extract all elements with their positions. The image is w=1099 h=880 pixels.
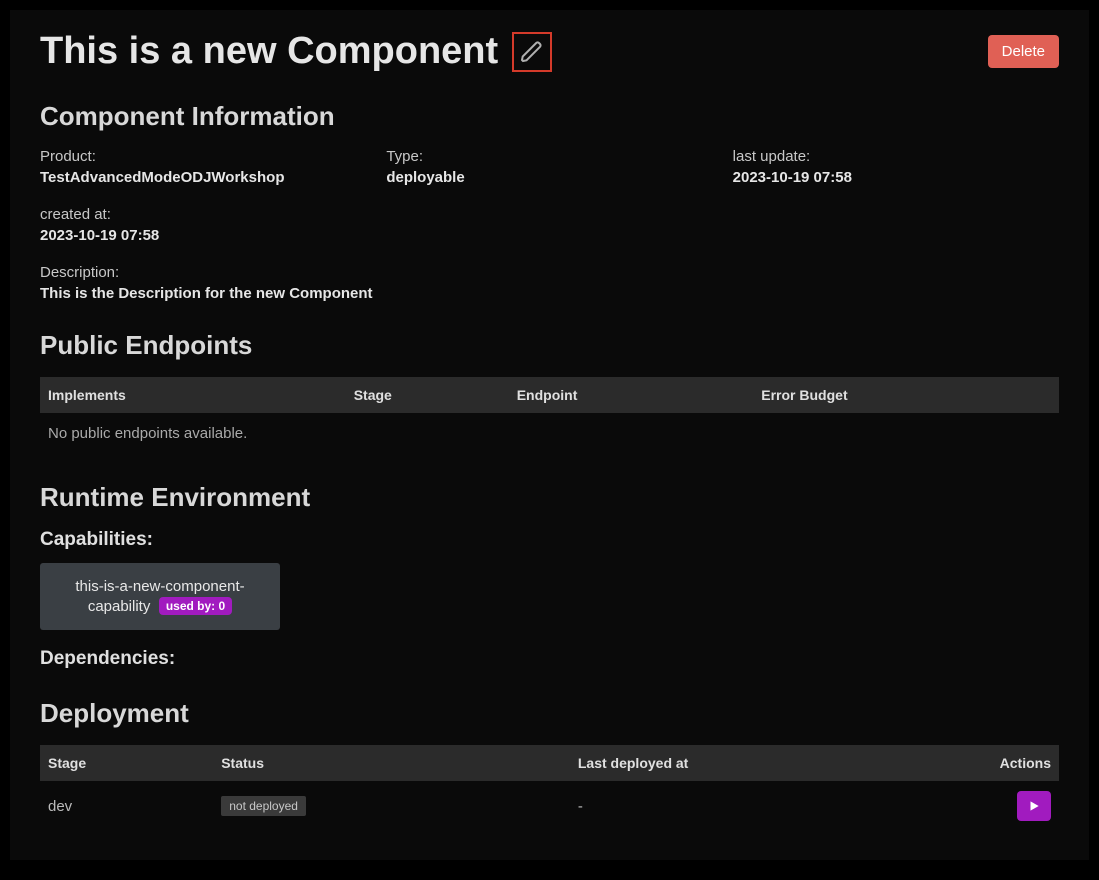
th-actions: Actions [957,745,1059,781]
info-type: Type: deployable [386,148,712,186]
page-title: This is a new Component [40,30,498,73]
th-implements: Implements [40,377,346,413]
th-stage: Stage [346,377,509,413]
cell-last-deployed: - [570,781,957,831]
th-last-deployed: Last deployed at [570,745,957,781]
section-title-info: Component Information [40,101,1059,132]
info-value: deployable [386,169,712,186]
info-value: This is the Description for the new Comp… [40,285,1059,302]
info-label: Product: [40,148,366,165]
th-status: Status [213,745,570,781]
section-title-runtime: Runtime Environment [40,482,1059,513]
empty-message: No public endpoints available. [40,413,1059,454]
info-label: last update: [733,148,1059,165]
info-value: 2023-10-19 07:58 [733,169,1059,186]
table-header-row: Stage Status Last deployed at Actions [40,745,1059,781]
info-description: Description: This is the Description for… [40,264,1059,302]
used-by-badge: used by: 0 [159,597,232,615]
table-row-empty: No public endpoints available. [40,413,1059,454]
info-label: created at: [40,206,366,223]
cell-stage: dev [40,781,213,831]
info-created: created at: 2023-10-19 07:58 [40,206,366,244]
status-pill: not deployed [221,796,306,816]
info-value: 2023-10-19 07:58 [40,227,366,244]
deploy-action-button[interactable] [1017,791,1051,821]
th-error-budget: Error Budget [753,377,1059,413]
info-grid: Product: TestAdvancedModeODJWorkshop Typ… [40,148,1059,302]
cell-actions [957,781,1059,831]
page-header: This is a new Component Delete [40,30,1059,73]
th-stage: Stage [40,745,213,781]
info-label: Description: [40,264,1059,281]
endpoints-table: Implements Stage Endpoint Error Budget N… [40,377,1059,454]
table-header-row: Implements Stage Endpoint Error Budget [40,377,1059,413]
cell-status: not deployed [213,781,570,831]
capability-card[interactable]: this-is-a-new-component-capability used … [40,563,280,630]
deployment-table: Stage Status Last deployed at Actions de… [40,745,1059,831]
info-value: TestAdvancedModeODJWorkshop [40,169,366,186]
info-last-update: last update: 2023-10-19 07:58 [733,148,1059,186]
play-icon [1027,799,1041,813]
dependencies-title: Dependencies: [40,648,1059,670]
section-title-endpoints: Public Endpoints [40,330,1059,361]
delete-button[interactable]: Delete [988,35,1059,68]
info-label: Type: [386,148,712,165]
info-product: Product: TestAdvancedModeODJWorkshop [40,148,366,186]
pencil-icon [520,40,544,64]
edit-button[interactable] [512,32,552,72]
th-endpoint: Endpoint [509,377,754,413]
table-row: dev not deployed - [40,781,1059,831]
section-title-deployment: Deployment [40,698,1059,729]
capabilities-title: Capabilities: [40,529,1059,551]
